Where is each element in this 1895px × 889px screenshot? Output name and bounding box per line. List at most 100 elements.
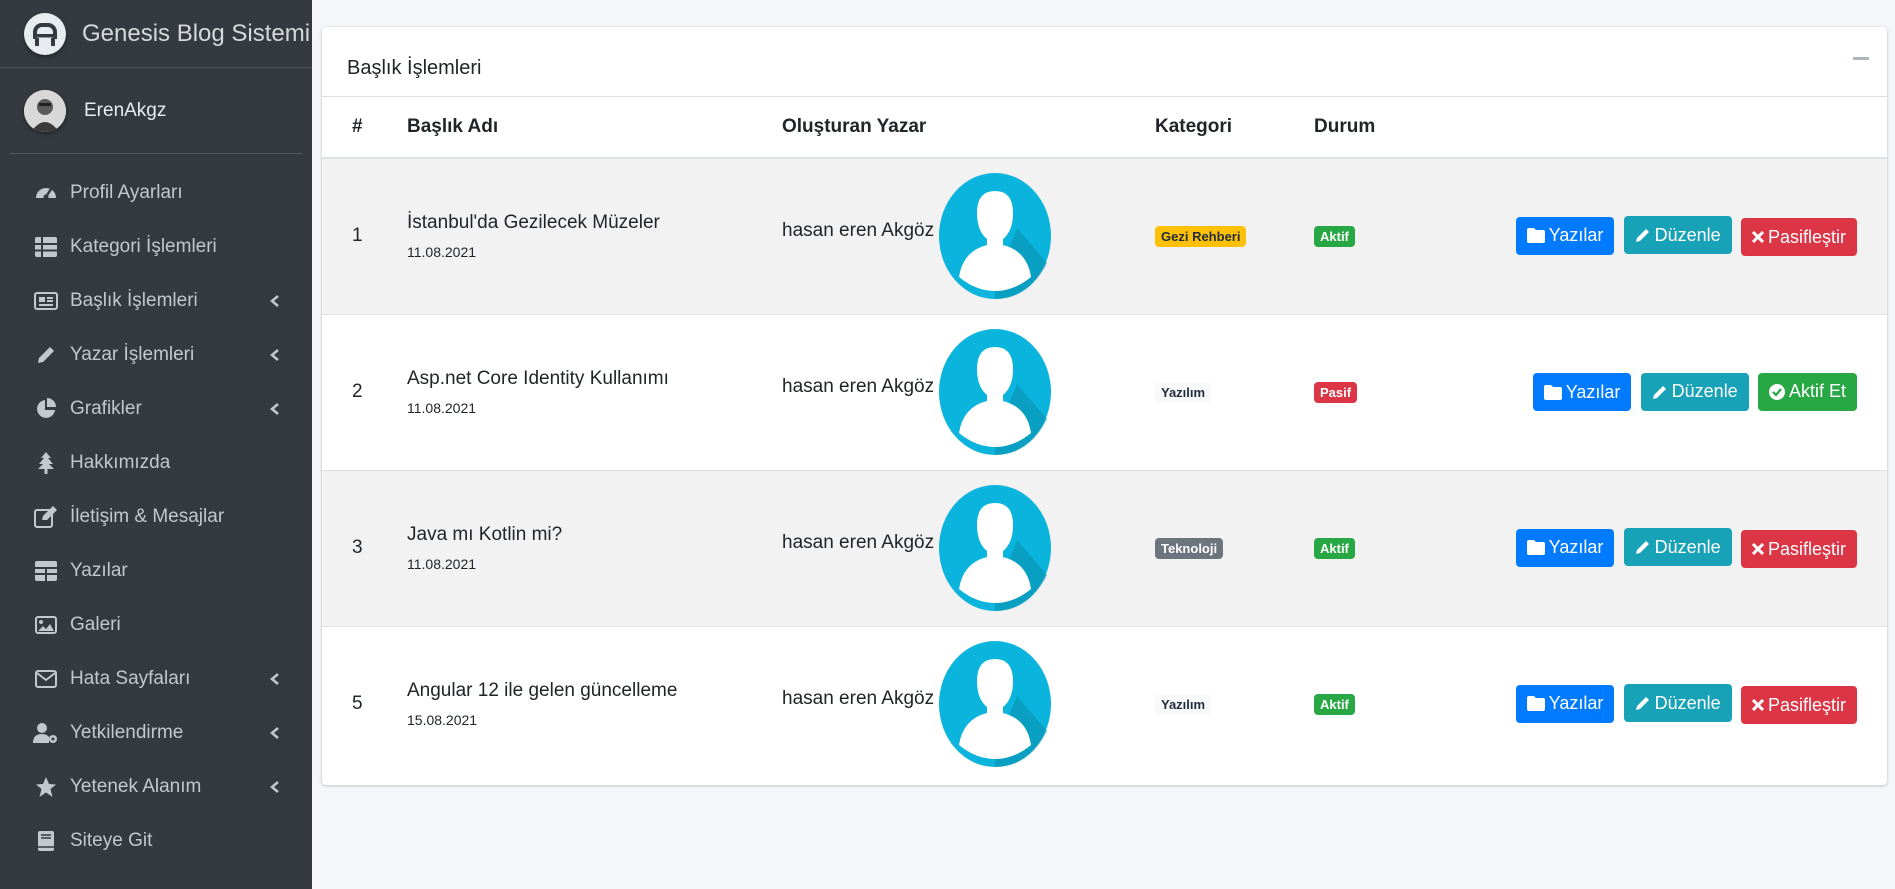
sidebar-item-baslik-islemleri[interactable]: Başlık İşlemleri (0, 274, 312, 328)
table-icon (33, 234, 59, 260)
tachometer-icon (33, 180, 59, 206)
activate-button[interactable]: Aktif Et (1757, 372, 1857, 411)
sidebar-item-yetkilendirme[interactable]: Yetkilendirme (0, 706, 312, 760)
chevron-left-icon (270, 295, 279, 307)
image-icon (33, 612, 59, 638)
sidebar-item-label: Profil Ayarları (70, 182, 183, 203)
author-avatar-icon (939, 641, 1052, 768)
posts-button[interactable]: Yazılar (1515, 528, 1615, 567)
title-cell: Asp.net Core Identity Kullanımı 11.08.20… (407, 313, 782, 470)
brand-logo-icon (24, 12, 66, 55)
deactivate-button[interactable]: Pasifleştir (1740, 218, 1857, 257)
table-row: 2 Asp.net Core Identity Kullanımı 11.08.… (322, 313, 1887, 470)
deactivate-button[interactable]: Pasifleştir (1740, 530, 1857, 568)
sidebar-item-iletisim-mesajlar[interactable]: İletişim & Mesajlar (0, 490, 312, 544)
sidebar-item-yazilar[interactable]: Yazılar (0, 544, 312, 598)
posts-button[interactable]: Yazılar (1515, 216, 1615, 255)
category-cell: Yazılım (1155, 313, 1314, 470)
posts-button[interactable]: Yazılar (1532, 373, 1632, 412)
sidebar-item-label: Kategori İşlemleri (70, 236, 217, 257)
author-name: hasan eren Akgöz (782, 688, 935, 710)
pencil-icon (1635, 229, 1649, 243)
posts-button-label: Yazılar (1548, 225, 1604, 246)
sidebar-item-label: Yetenek Alanım (70, 776, 202, 797)
column-header-category: Kategori (1155, 97, 1314, 159)
sidebar-item-label: Siteye Git (70, 830, 153, 851)
user-panel[interactable]: ErenAkgz (10, 68, 302, 154)
category-badge: Yazılım (1155, 382, 1212, 403)
column-header-author: Oluşturan Yazar (782, 97, 1155, 159)
chevron-left-icon (270, 403, 279, 415)
edit-button-label: Düzenle (1654, 224, 1721, 245)
topic-date: 11.08.2021 (407, 244, 477, 261)
status-badge: Pasif (1314, 382, 1358, 403)
title-cell: Angular 12 ile gelen güncelleme 15.08.20… (407, 625, 782, 782)
sidebar-item-hata-sayfalari[interactable]: Hata Sayfaları (0, 652, 312, 706)
status-badge: Aktif (1314, 226, 1355, 248)
row-number: 2 (322, 313, 407, 470)
sidebar-item-kategori-islemleri[interactable]: Kategori İşlemleri (0, 220, 312, 274)
sidebar-item-grafikler[interactable]: Grafikler (0, 382, 312, 436)
sidebar-item-yetenek-alanim[interactable]: Yetenek Alanım (0, 760, 312, 814)
brand-link[interactable]: Genesis Blog Sistemi (0, 0, 312, 68)
status-cell: Aktif (1314, 469, 1464, 626)
pie-chart-icon (33, 396, 59, 422)
author-name: hasan eren Akgöz (782, 220, 935, 242)
chevron-left-icon (270, 727, 279, 739)
topic-date: 11.08.2021 (407, 556, 477, 572)
status-badge: Aktif (1314, 694, 1355, 716)
star-icon (33, 774, 59, 800)
actions-cell: Yazılar Düzenle Pasifleştir (1464, 625, 1887, 782)
table-header-row: # Başlık Adı Oluşturan Yazar Kategori Du… (322, 97, 1887, 159)
edit-button-label: Düzenle (1671, 381, 1738, 402)
category-cell: Yazılım (1155, 625, 1314, 782)
posts-button-label: Yazılar (1548, 693, 1604, 714)
author-cell: hasan eren Akgöz (782, 625, 1155, 782)
topics-card: Başlık İşlemleri # Başlık Adı Oluşturan … (322, 27, 1887, 785)
deactivate-button-label: Pasifleştir (1767, 226, 1846, 247)
posts-button[interactable]: Yazılar (1515, 684, 1615, 723)
title-cell: Java mı Kotlin mi? 11.08.2021 (407, 469, 782, 626)
user-avatar (24, 89, 66, 132)
chevron-left-icon (270, 673, 279, 685)
collapse-icon[interactable] (1853, 57, 1869, 60)
edit-button[interactable]: Düzenle (1623, 216, 1732, 255)
sidebar-item-label: Hakkımızda (70, 452, 171, 473)
folder-icon (1526, 228, 1545, 244)
sidebar-item-galeri[interactable]: Galeri (0, 598, 312, 652)
category-badge: Gezi Rehberi (1155, 226, 1247, 248)
sidebar-item-label: Başlık İşlemleri (70, 290, 198, 311)
sidebar-item-label: Yazar İşlemleri (70, 344, 195, 365)
row-number: 1 (322, 157, 407, 314)
column-header-title: Başlık Adı (407, 97, 782, 159)
actions-cell: Yazılar Düzenle Aktif Et (1464, 313, 1887, 470)
edit-button[interactable]: Düzenle (1623, 684, 1732, 723)
deactivate-button[interactable]: Pasifleştir (1740, 686, 1857, 725)
author-avatar-icon (939, 173, 1052, 300)
deactivate-button-label: Pasifleştir (1767, 694, 1846, 715)
deactivate-button-label: Pasifleştir (1767, 538, 1846, 559)
sidebar-item-yazar-islemleri[interactable]: Yazar İşlemleri (0, 328, 312, 382)
topic-title: Java mı Kotlin mi? (407, 524, 563, 545)
user-cog-icon (33, 720, 59, 746)
sidebar-item-hakkimizda[interactable]: Hakkımızda (0, 436, 312, 490)
row-number: 3 (322, 469, 407, 626)
card-title: Başlık İşlemleri (347, 57, 482, 79)
sidebar-item-profil-ayarlari[interactable]: Profil Ayarları (0, 166, 312, 220)
title-cell: İstanbul'da Gezilecek Müzeler 11.08.2021 (407, 157, 782, 314)
sidebar-item-label: Grafikler (70, 398, 142, 419)
pencil-icon (1635, 697, 1649, 711)
check-circle-icon (1768, 383, 1785, 400)
author-avatar-icon (939, 329, 1052, 455)
column-header-status: Durum (1314, 97, 1464, 159)
sidebar: Genesis Blog Sistemi ErenAkgz Profil Aya… (0, 0, 312, 889)
edit-button[interactable]: Düzenle (1640, 372, 1749, 411)
newspaper-icon (33, 288, 59, 314)
topic-date: 15.08.2021 (407, 712, 478, 729)
author-name: hasan eren Akgöz (782, 532, 935, 553)
topic-title: Asp.net Core Identity Kullanımı (407, 368, 669, 389)
status-cell: Aktif (1314, 625, 1464, 782)
author-cell: hasan eren Akgöz (782, 313, 1155, 470)
sidebar-item-siteye-git[interactable]: Siteye Git (0, 814, 312, 868)
edit-button[interactable]: Düzenle (1623, 528, 1732, 566)
